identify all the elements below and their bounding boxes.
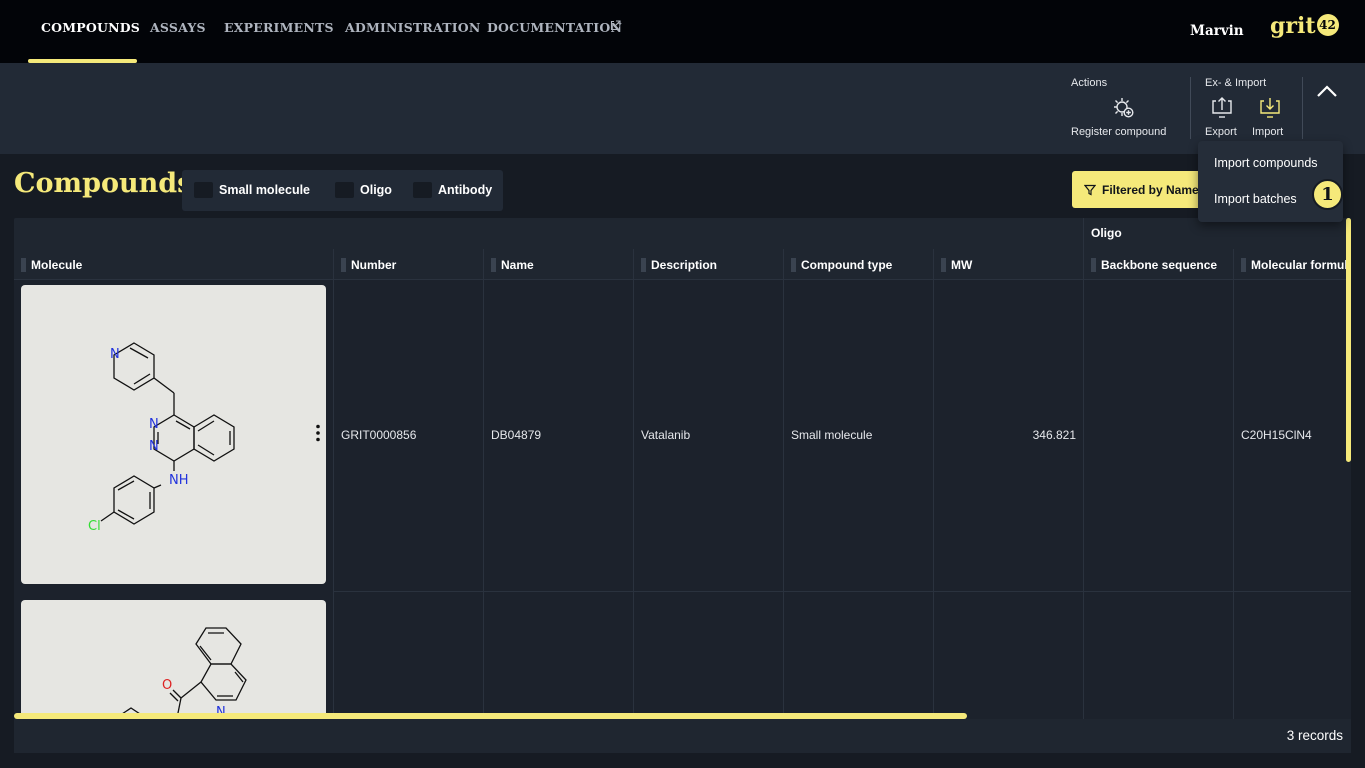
column-header-molecule[interactable]: Molecule — [14, 249, 334, 280]
logo-badge: 42 — [1316, 14, 1339, 36]
atom-label: NH — [169, 473, 189, 488]
external-link-icon — [610, 20, 621, 31]
more-options-icon[interactable] — [316, 424, 320, 442]
filter-small-molecule[interactable]: Small molecule — [194, 182, 310, 198]
molecule-structure-image: N N N NH Cl — [21, 285, 326, 584]
column-header-description[interactable]: Description — [634, 249, 784, 280]
column-header-row: Molecule Number Name Description Compoun… — [14, 249, 1351, 280]
menu-item-import-compounds[interactable]: Import compounds — [1214, 156, 1318, 170]
filter-label: Antibody — [438, 183, 493, 197]
column-header-number[interactable]: Number — [334, 249, 484, 280]
column-label: Name — [501, 257, 534, 272]
filtered-by-name-button[interactable]: Filtered by Name — [1072, 171, 1212, 208]
column-header-compound-type[interactable]: Compound type — [784, 249, 934, 280]
toolbar-divider — [1190, 77, 1191, 139]
export-button[interactable]: Export — [1205, 126, 1237, 138]
toolbar-divider — [1302, 77, 1303, 139]
oligo-group-label: Oligo — [1091, 226, 1122, 240]
column-group-header: Oligo — [14, 218, 1351, 249]
column-separator — [783, 249, 784, 753]
column-drag-handle[interactable] — [641, 257, 646, 272]
column-label: Molecular formula — [1251, 257, 1351, 272]
page-title: Compounds — [14, 168, 193, 199]
checkbox[interactable] — [194, 182, 213, 198]
logo-text: grit — [1270, 13, 1316, 39]
app-logo: grit 42 — [1270, 13, 1339, 39]
import-icon[interactable] — [1258, 96, 1282, 120]
collapse-toolbar-icon[interactable] — [1316, 83, 1338, 99]
filter-label: Small molecule — [219, 183, 311, 197]
nav-administration[interactable]: ADMINISTRATION — [345, 20, 481, 35]
column-separator — [333, 249, 334, 753]
register-compound-icon[interactable] — [1112, 96, 1136, 120]
column-header-mw[interactable]: MW — [934, 249, 1084, 280]
export-icon[interactable] — [1210, 96, 1234, 120]
nav-experiments[interactable]: EXPERIMENTS — [224, 20, 334, 35]
nav-documentation[interactable]: DOCUMENTATION — [487, 20, 622, 35]
atom-label: O — [162, 678, 172, 693]
column-separator — [633, 249, 634, 753]
table-footer: 3 records — [14, 719, 1351, 753]
column-drag-handle[interactable] — [341, 257, 346, 272]
filter-button-label: Filtered by Name — [1102, 182, 1199, 197]
register-compound-button[interactable]: Register compound — [1071, 126, 1166, 138]
filter-oligo[interactable]: Oligo — [335, 182, 392, 198]
horizontal-scrollbar[interactable] — [14, 713, 967, 719]
column-separator — [483, 249, 484, 753]
vertical-scrollbar[interactable] — [1346, 218, 1351, 462]
column-header-molecular-formula[interactable]: Molecular formula — [1234, 249, 1351, 280]
row-separator — [334, 591, 1351, 592]
cell-number: GRIT0000856 — [341, 428, 417, 442]
cell-mw: 346.821 — [1032, 428, 1076, 442]
nav-assays[interactable]: ASSAYS — [150, 20, 206, 35]
column-drag-handle[interactable] — [941, 257, 946, 272]
atom-label: N — [149, 417, 159, 432]
checkbox[interactable] — [335, 182, 354, 198]
column-label: Molecule — [31, 257, 83, 272]
top-navigation: COMPOUNDS ASSAYS EXPERIMENTS ADMINISTRAT… — [0, 0, 1365, 63]
atom-label: Cl — [88, 519, 101, 534]
actions-group-label: Actions — [1071, 77, 1108, 89]
action-toolbar: Actions Register compound Ex- & Import E… — [0, 63, 1365, 154]
column-separator — [1083, 218, 1084, 753]
nav-compounds[interactable]: COMPOUNDS — [41, 20, 140, 35]
column-drag-handle[interactable] — [1091, 257, 1096, 272]
column-drag-handle[interactable] — [1241, 257, 1246, 272]
user-menu[interactable]: Marvin — [1190, 23, 1244, 39]
vatalanib-structure: N N N NH Cl — [88, 342, 235, 534]
column-drag-handle[interactable] — [21, 257, 26, 272]
filter-antibody[interactable]: Antibody — [413, 182, 492, 198]
record-count: 3 records — [1286, 728, 1343, 743]
atom-label: N — [110, 347, 120, 362]
import-button[interactable]: Import — [1252, 126, 1283, 138]
cell-description: Vatalanib — [641, 428, 691, 442]
checkbox[interactable] — [413, 182, 432, 198]
eximport-group-label: Ex- & Import — [1205, 77, 1267, 89]
atom-label: N — [149, 439, 159, 454]
column-header-backbone-sequence[interactable]: Backbone sequence — [1084, 249, 1234, 280]
column-label: Backbone sequence — [1101, 257, 1218, 272]
cell-name: DB04879 — [491, 428, 542, 442]
column-separator — [933, 249, 934, 753]
menu-item-import-batches[interactable]: Import batches — [1214, 192, 1297, 206]
filter-icon — [1084, 184, 1096, 195]
compounds-table: Oligo Molecule Number Name Description C… — [14, 218, 1351, 753]
column-header-name[interactable]: Name — [484, 249, 634, 280]
column-separator — [1233, 249, 1234, 753]
compound-type-filter: Small molecule Oligo Antibody — [182, 170, 503, 211]
column-label: MW — [951, 257, 973, 272]
filter-label: Oligo — [360, 183, 392, 197]
column-label: Description — [651, 257, 718, 272]
cell-compound-type: Small molecule — [791, 428, 873, 442]
step-number-badge: 1 — [1312, 179, 1343, 210]
cell-molecular-formula: C20H15ClN4 — [1241, 428, 1312, 442]
column-drag-handle[interactable] — [491, 257, 496, 272]
column-label: Number — [351, 257, 397, 272]
column-drag-handle[interactable] — [791, 257, 796, 272]
column-label: Compound type — [801, 257, 893, 272]
